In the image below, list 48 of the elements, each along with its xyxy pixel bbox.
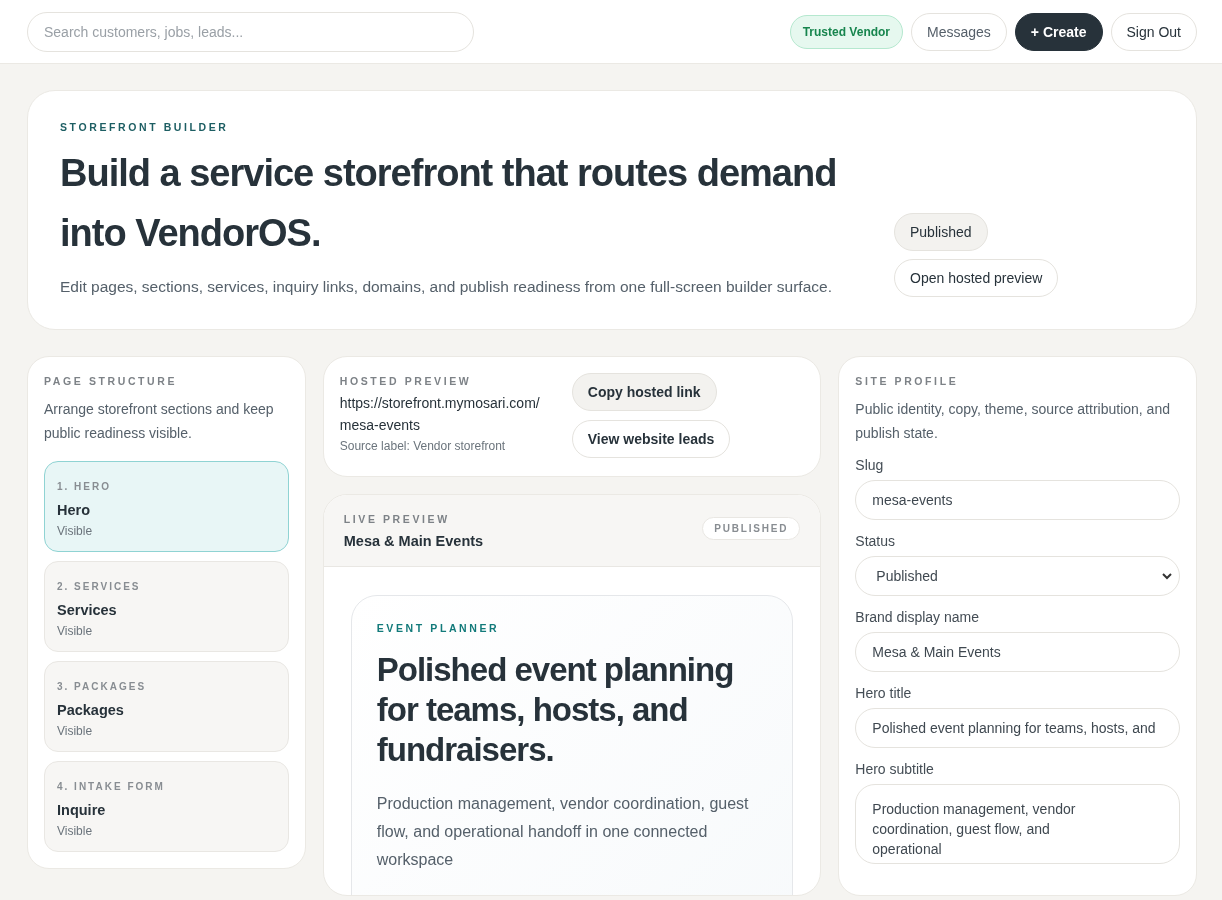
- field-label: Hero subtitle: [855, 761, 935, 777]
- field-label: Status: [855, 533, 896, 549]
- section-title: Packages: [57, 702, 125, 718]
- chevron-icon: [1161, 572, 1173, 580]
- section-item[interactable]: 3. PACKAGES Packages Visible: [44, 661, 289, 752]
- source-label: Source label: Vendor storefront: [339, 439, 507, 453]
- text-area[interactable]: Production management, vendor coordination, guest flow, and operational: [855, 784, 1180, 864]
- section-state: Visible: [57, 824, 94, 838]
- section-label: 1. HERO: [57, 481, 112, 492]
- status-chip: Published: [894, 213, 988, 251]
- section-state: Visible: [57, 524, 94, 538]
- hero-eyebrow: STOREFRONT BUILDER: [60, 121, 230, 133]
- preview-title: Polished event planning for teams, hosts, and fundraisers.: [376, 650, 735, 770]
- hosted-url: https://storefront.mymosari.com/mesa-events: [339, 394, 541, 435]
- field-label: Slug: [855, 457, 885, 473]
- card-heading: HOSTED PREVIEW: [339, 375, 473, 387]
- preview-eyebrow: EVENT PLANNER: [376, 622, 501, 634]
- section-item[interactable]: 1. HERO Hero Visible: [44, 461, 289, 552]
- preview-subtitle: Production management, vendor coordination, guest flow, and operational handoff in one connected workspace: [376, 794, 750, 870]
- card-heading: LIVE PREVIEW: [343, 513, 451, 525]
- top-button[interactable]: + Create: [1014, 12, 1103, 51]
- section-title: Inquire: [57, 802, 107, 818]
- card-heading: SITE PROFILE: [855, 375, 960, 387]
- top-button[interactable]: Sign Out: [1110, 12, 1197, 51]
- card-heading: PAGE STRUCTURE: [44, 375, 179, 387]
- section-label: 4. INTAKE FORM: [57, 781, 166, 792]
- section-state: Visible: [57, 724, 94, 738]
- section-label: 2. SERVICES: [57, 581, 142, 592]
- section-state: Visible: [57, 624, 94, 638]
- published-badge: PUBLISHED: [702, 517, 801, 540]
- brand-name: Mesa & Main Events: [343, 533, 484, 549]
- section-title: Services: [57, 602, 118, 618]
- field-label: Hero title: [855, 685, 913, 701]
- hosted-button[interactable]: View website leads: [571, 420, 731, 458]
- section-title: Hero: [57, 502, 92, 518]
- hero-title: Build a service storefront that routes demand into VendorOS.: [60, 151, 838, 256]
- hosted-button[interactable]: Copy hosted link: [571, 373, 717, 411]
- top-button[interactable]: Messages: [911, 12, 1007, 51]
- section-label: 3. PACKAGES: [57, 681, 148, 692]
- hero-description: Edit pages, sections, services, inquiry links, domains, and publish readiness from one full-screen builder surface.: [60, 277, 833, 297]
- card-description: Public identity, copy, theme, source attribution, and publish state.: [855, 400, 1171, 443]
- section-item[interactable]: 4. INTAKE FORM Inquire Visible: [44, 761, 289, 852]
- card-description: Arrange storefront sections and keep public readiness visible.: [44, 400, 275, 443]
- field-label: Brand display name: [855, 609, 981, 625]
- preview-button[interactable]: Open hosted preview: [894, 259, 1059, 297]
- vendor-badge: Trusted Vendor: [789, 14, 904, 49]
- search-field[interactable]: Search customers, jobs, leads...: [27, 11, 474, 52]
- section-item[interactable]: 2. SERVICES Services Visible: [44, 561, 289, 652]
